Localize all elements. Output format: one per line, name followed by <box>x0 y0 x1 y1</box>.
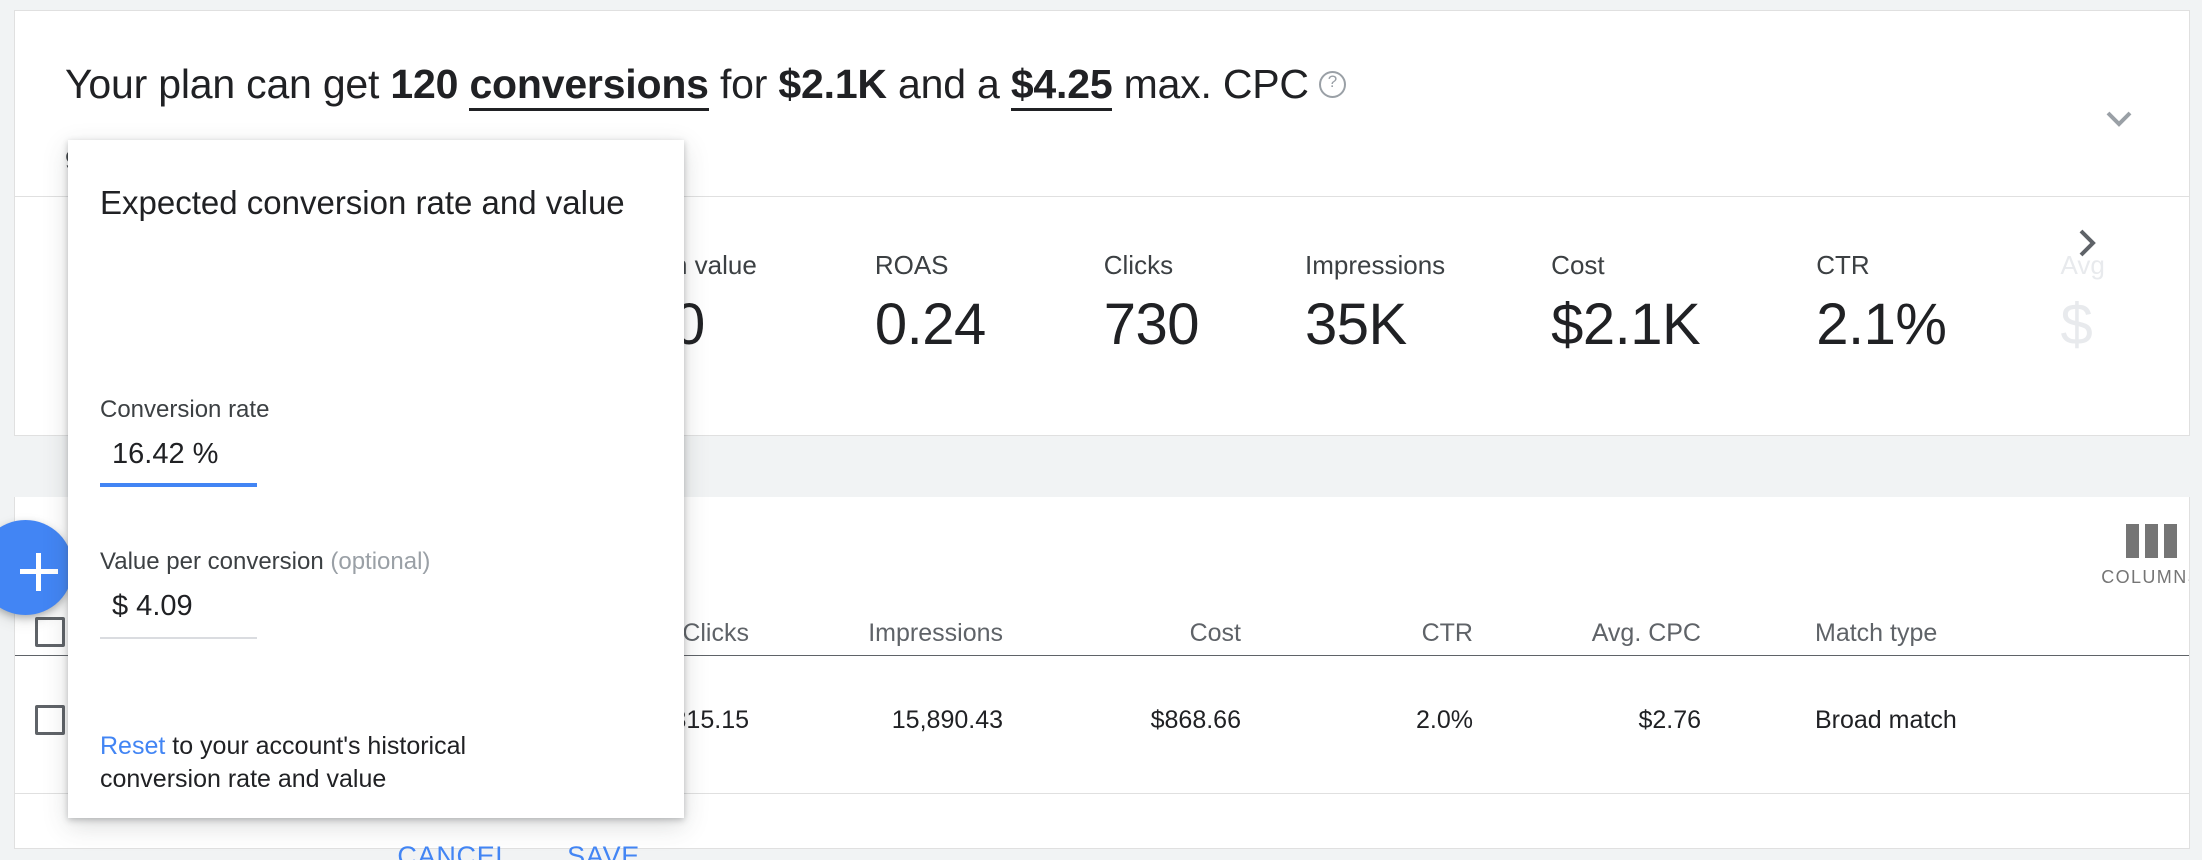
cancel-button[interactable]: CANCEL <box>389 835 519 860</box>
conversion-rate-field: Conversion rate <box>100 396 269 487</box>
select-all-checkbox[interactable] <box>35 617 65 647</box>
metric-avg-cpc[interactable]: Avg $ <box>2060 250 2104 358</box>
metric-value: 35K <box>1305 292 1407 357</box>
chevron-down-icon[interactable] <box>2097 96 2141 140</box>
row-checkbox[interactable] <box>35 705 65 735</box>
metric-label: Cost <box>1551 250 1605 280</box>
metric-value: $2.1K <box>1551 292 1701 357</box>
column-header-cost[interactable]: Cost <box>1190 619 1241 648</box>
cell-ctr: 2.0% <box>1416 706 1473 734</box>
headline-conversions-word[interactable]: conversions <box>469 61 709 111</box>
cell-clicks: 315.15 <box>672 706 749 734</box>
headline-and: and a <box>886 61 1011 107</box>
cell-cost: $868.66 <box>1150 706 1241 734</box>
popup-title: Expected conversion rate and value <box>100 184 625 221</box>
metric-label: Clicks <box>1103 250 1174 280</box>
metric-value: 0 <box>673 292 705 357</box>
metric-value: $ <box>2060 292 2093 357</box>
columns-button-label: COLUMNS <box>2101 567 2189 587</box>
metric-cost[interactable]: Cost $2.1K <box>1551 250 1701 358</box>
reset-description: Reset to your account's historical conve… <box>100 730 540 796</box>
cell-match-type: Broad match <box>1815 706 1957 734</box>
vpc-label-text: Value per conversion <box>100 548 331 575</box>
headline-suffix: max. CPC <box>1112 61 1309 107</box>
value-per-conversion-input[interactable] <box>100 590 257 639</box>
value-per-conversion-label: Value per conversion (optional) <box>100 548 430 576</box>
cell-avg-cpc: $2.76 <box>1638 706 1701 734</box>
column-header-clicks[interactable]: Clicks <box>682 619 749 648</box>
headline-mid: for <box>708 61 779 107</box>
conversion-rate-input[interactable] <box>100 438 257 487</box>
metric-value: 2.1% <box>1816 292 1947 357</box>
metric-roas[interactable]: ROAS 0.24 <box>875 250 986 358</box>
metric-label: Impressions <box>1305 250 1446 280</box>
save-button[interactable]: SAVE <box>559 835 648 860</box>
column-header-match-type[interactable]: Match type <box>1815 619 1937 648</box>
column-header-impressions[interactable]: Impressions <box>868 619 1003 648</box>
headline-conversion-count: 120 <box>390 61 459 107</box>
metric-label: ROAS <box>874 250 949 280</box>
help-circle-icon[interactable] <box>1318 70 1346 98</box>
vpc-optional-text: (optional) <box>330 548 431 575</box>
cell-impressions: 15,890.43 <box>891 706 1003 734</box>
headline-cost: $2.1K <box>778 61 887 107</box>
chevron-right-icon[interactable] <box>2067 223 2107 263</box>
metric-value: 730 <box>1103 292 1200 357</box>
columns-button[interactable]: COLUMNS <box>2101 524 2189 588</box>
metric-ctr[interactable]: CTR 2.1% <box>1816 250 1947 358</box>
conversion-rate-label: Conversion rate <box>100 396 270 423</box>
headline-prefix: Your plan can get <box>65 61 391 107</box>
popup-actions: CANCEL SAVE <box>68 835 648 860</box>
headline-max-cpc[interactable]: $4.25 <box>1010 61 1113 111</box>
metric-conversion-value[interactable]: n value 0 <box>673 250 757 358</box>
metric-clicks[interactable]: Clicks 730 <box>1103 250 1200 358</box>
column-header-avg-cpc[interactable]: Avg. CPC <box>1592 619 1701 648</box>
metric-label: n value <box>673 250 757 280</box>
metric-impressions[interactable]: Impressions 35K <box>1305 250 1445 358</box>
app-screen: Your plan can get 120 conversions for $2… <box>0 0 2202 860</box>
column-header-ctr[interactable]: CTR <box>1422 619 1473 648</box>
expected-conversion-popup: Expected conversion rate and value Conve… <box>68 140 684 860</box>
reset-link[interactable]: Reset <box>100 732 165 760</box>
plan-headline: Your plan can get 120 conversions for $2… <box>65 61 1346 111</box>
metric-label: CTR <box>1816 250 1870 280</box>
value-per-conversion-field: Value per conversion (optional) <box>100 548 430 639</box>
columns-icon <box>2101 524 2189 558</box>
metric-value: 0.24 <box>874 292 986 357</box>
